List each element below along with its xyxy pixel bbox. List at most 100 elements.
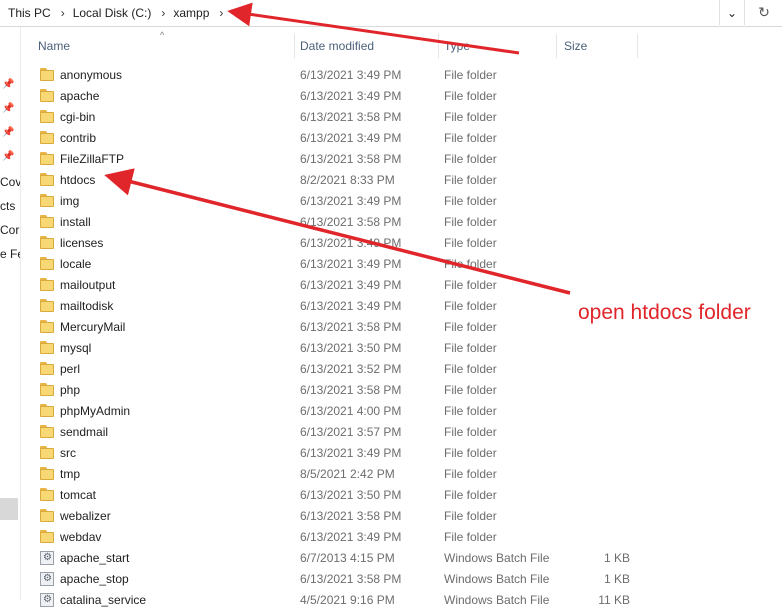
file-row[interactable]: tomcat 6/13/2021 3:50 PM File folder [20,485,782,506]
address-bar: This PC › Local Disk (C:) › xampp › ⌄ ↻ [0,0,782,27]
column-divider[interactable] [637,34,638,58]
file-date-modified: 6/13/2021 3:49 PM [300,446,402,460]
file-row[interactable]: htdocs 8/2/2021 8:33 PM File folder [20,170,782,191]
pin-icon[interactable]: 📌 [2,127,14,138]
file-row[interactable]: licenses 6/13/2021 3:49 PM File folder [20,233,782,254]
folder-icon [40,425,55,438]
folder-icon [40,446,55,459]
folder-icon [40,278,55,291]
file-row[interactable]: tmp 8/5/2021 2:42 PM File folder [20,464,782,485]
file-row[interactable]: ⚙ apache_start 6/7/2013 4:15 PM Windows Bat… [20,548,782,569]
file-date-modified: 8/5/2021 2:42 PM [300,467,395,481]
folder-icon [40,110,55,123]
file-name: licenses [60,236,104,250]
file-name: apache_start [60,551,130,565]
column-header-name[interactable]: Name [38,39,70,53]
file-type: File folder [444,89,497,103]
file-row[interactable]: src 6/13/2021 3:49 PM File folder [20,443,782,464]
folder-icon [40,320,55,333]
file-name: phpMyAdmin [60,404,131,418]
file-type: File folder [444,278,497,292]
file-type: File folder [444,467,497,481]
column-divider[interactable] [438,34,439,58]
file-date-modified: 6/13/2021 3:58 PM [300,509,402,523]
file-type: File folder [444,320,497,334]
file-row[interactable]: cgi-bin 6/13/2021 3:58 PM File folder [20,107,782,128]
file-date-modified: 6/13/2021 3:49 PM [300,236,402,250]
file-row[interactable]: php 6/13/2021 3:58 PM File folder [20,380,782,401]
file-name: mailoutput [60,278,116,292]
file-row[interactable]: phpMyAdmin 6/13/2021 4:00 PM File folder [20,401,782,422]
file-date-modified: 6/13/2021 3:58 PM [300,383,402,397]
pin-icon[interactable]: 📌 [2,103,14,114]
nav-item-cov[interactable]: Cov [0,175,20,189]
breadcrumb-local-disk[interactable]: Local Disk (C:) [65,6,152,20]
folder-icon [40,341,55,354]
file-row[interactable]: ⚙ catalina_service 4/5/2021 9:16 PM Windows… [20,590,782,611]
folder-icon [40,68,55,81]
file-type: File folder [444,257,497,271]
breadcrumb[interactable]: This PC › Local Disk (C:) › xampp › [0,0,720,25]
file-row[interactable]: contrib 6/13/2021 3:49 PM File folder [20,128,782,149]
file-name: webdav [60,530,102,544]
file-type: File folder [444,341,497,355]
breadcrumb-separator-icon[interactable]: › [51,6,65,20]
breadcrumb-separator-icon[interactable]: › [151,6,165,20]
refresh-button[interactable]: ↻ [744,0,782,25]
file-row[interactable]: img 6/13/2021 3:49 PM File folder [20,191,782,212]
nav-item-cts[interactable]: cts [0,199,15,213]
address-dropdown-button[interactable]: ⌄ [719,0,744,25]
column-header-type[interactable]: Type [444,39,470,53]
file-row[interactable]: FileZillaFTP 6/13/2021 3:58 PM File folder [20,149,782,170]
breadcrumb-separator-icon[interactable]: › [209,6,223,20]
column-divider[interactable] [556,34,557,58]
pin-icon[interactable]: 📌 [2,151,14,162]
folder-icon [40,236,55,249]
file-row[interactable]: webalizer 6/13/2021 3:58 PM File folder [20,506,782,527]
file-row[interactable]: apache 6/13/2021 3:49 PM File folder [20,86,782,107]
nav-scrollbar-thumb[interactable] [0,498,18,520]
file-name: cgi-bin [60,110,96,124]
column-header-size[interactable]: Size [564,39,587,53]
file-row[interactable]: mailoutput 6/13/2021 3:49 PM File folder [20,275,782,296]
pin-icon[interactable]: 📌 [2,79,14,90]
file-row[interactable]: perl 6/13/2021 3:52 PM File folder [20,359,782,380]
breadcrumb-xampp[interactable]: xampp [165,6,209,20]
file-row[interactable]: locale 6/13/2021 3:49 PM File folder [20,254,782,275]
file-date-modified: 6/13/2021 3:49 PM [300,68,402,82]
file-name: MercuryMail [60,320,126,334]
file-date-modified: 6/13/2021 3:49 PM [300,257,402,271]
folder-icon [40,299,55,312]
file-type: File folder [444,173,497,187]
folder-icon [40,488,55,501]
file-row[interactable]: sendmail 6/13/2021 3:57 PM File folder [20,422,782,443]
column-divider[interactable] [294,34,295,58]
column-header-date-modified[interactable]: Date modified [300,39,374,53]
file-type: File folder [444,488,497,502]
file-name: tmp [60,467,81,481]
nav-item-cor[interactable]: Cor [0,223,19,237]
nav-item-fe[interactable]: e Fe [0,247,20,261]
chevron-down-icon: ⌄ [726,5,738,20]
file-name: contrib [60,131,97,145]
file-date-modified: 6/13/2021 3:58 PM [300,110,402,124]
file-date-modified: 6/13/2021 3:58 PM [300,572,402,586]
sort-ascending-icon: ^ [160,30,165,40]
file-date-modified: 6/13/2021 3:52 PM [300,362,402,376]
file-row[interactable]: webdav 6/13/2021 3:49 PM File folder [20,527,782,548]
breadcrumb-this-pc[interactable]: This PC [0,6,51,20]
file-name: img [60,194,80,208]
file-name: FileZillaFTP [60,152,125,166]
file-row[interactable]: ⚙ apache_stop 6/13/2021 3:58 PM Windows Bat… [20,569,782,590]
file-type: File folder [444,425,497,439]
refresh-icon: ↻ [758,4,770,20]
file-date-modified: 6/13/2021 3:57 PM [300,425,402,439]
file-type: File folder [444,404,497,418]
folder-icon [40,257,55,270]
file-type: File folder [444,362,497,376]
file-row[interactable]: install 6/13/2021 3:58 PM File folder [20,212,782,233]
file-row[interactable]: anonymous 6/13/2021 3:49 PM File folder [20,65,782,86]
file-row[interactable]: mysql 6/13/2021 3:50 PM File folder [20,338,782,359]
file-name: catalina_service [60,593,147,607]
file-date-modified: 6/13/2021 3:58 PM [300,215,402,229]
